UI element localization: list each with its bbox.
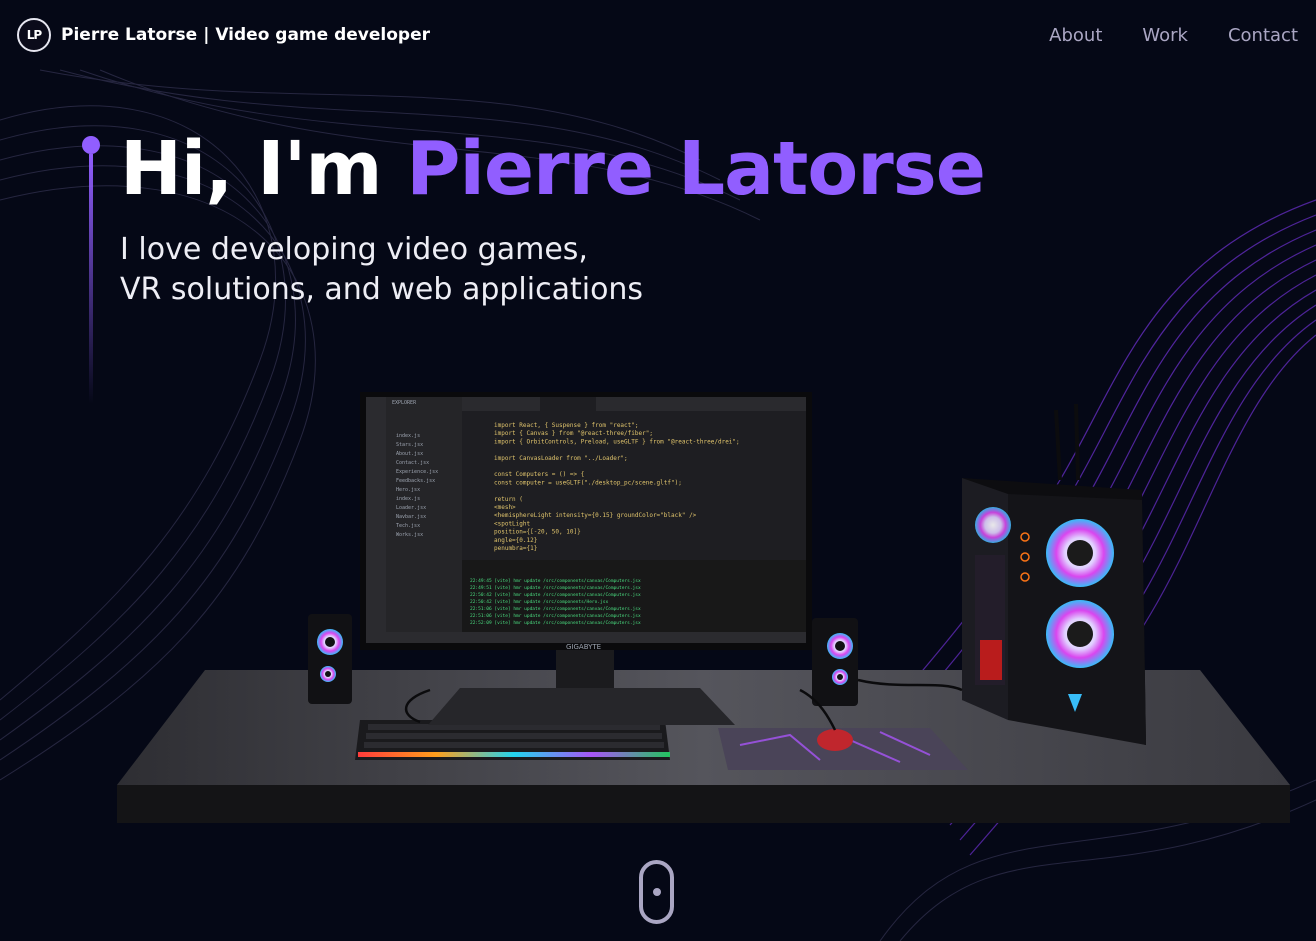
top-navbar: LP Pierre Latorse | Video game developer… (0, 0, 1316, 70)
svg-text:Hero.jsx: Hero.jsx (396, 487, 420, 493)
brand-tagline: | Video game developer (203, 25, 430, 45)
code-line: import { OrbitControls, Preload, useGLTF… (494, 438, 740, 445)
svg-text:22:50:42 [vite] hmr update /sr: 22:50:42 [vite] hmr update /src/componen… (470, 599, 608, 605)
code-line: import { Canvas } from "@react-three/fib… (494, 430, 653, 437)
pc-case (962, 403, 1146, 745)
svg-text:index.js: index.js (396, 496, 420, 502)
svg-text:Navbar.jsx: Navbar.jsx (396, 514, 426, 520)
hero-accent-dot (82, 136, 100, 154)
svg-text:22:49:45 [vite] hmr update /sr: 22:49:45 [vite] hmr update /src/componen… (470, 578, 641, 584)
nav-link-work[interactable]: Work (1142, 25, 1188, 46)
code-line: const Computers = () => { (494, 471, 584, 478)
svg-text:22:51:06 [vite] hmr update /sr: 22:51:06 [vite] hmr update /src/componen… (470, 606, 641, 612)
scroll-dot-icon (653, 888, 661, 896)
right-speaker (812, 618, 858, 706)
code-line: <spotLight (494, 520, 531, 527)
monitor-brand-label: GIGABYTE (566, 643, 601, 651)
code-line: penumbra={1} (494, 545, 537, 552)
hero-accent-line (82, 136, 100, 406)
nav-links: About Work Contact (1049, 25, 1298, 46)
keyboard (355, 720, 670, 760)
svg-text:Works.jsx: Works.jsx (396, 532, 423, 538)
code-line: return ( (494, 496, 523, 503)
svg-text:EXPLORER: EXPLORER (392, 400, 417, 406)
scroll-down-indicator[interactable] (639, 860, 674, 924)
svg-text:22:52:09 [vite] hmr update /sr: 22:52:09 [vite] hmr update /src/componen… (470, 620, 641, 626)
hero-name: Pierre Latorse (406, 126, 986, 212)
nav-link-contact[interactable]: Contact (1228, 25, 1298, 46)
hero-subtitle-line-2: VR solutions, and web applications (120, 272, 644, 307)
svg-text:index.js: index.js (396, 433, 420, 439)
svg-text:Contact.jsx: Contact.jsx (396, 460, 429, 466)
svg-text:Stars.jsx: Stars.jsx (396, 442, 423, 448)
brand-link[interactable]: LP Pierre Latorse | Video game developer (17, 18, 430, 52)
monitor: EXPLORER index.js Stars.jsx About.jsx Co… (360, 392, 812, 651)
code-line: position={[-20, 50, 10]} (494, 529, 581, 536)
logo-icon: LP (17, 18, 51, 52)
hero-subtitle: I love developing video games, VR soluti… (120, 230, 760, 310)
brand-text: Pierre Latorse | Video game developer (61, 25, 430, 45)
code-line: <hemisphereLight intensity={0.15} ground… (494, 512, 697, 519)
hero-accent-bar (89, 154, 93, 404)
nav-link-about[interactable]: About (1049, 25, 1102, 46)
svg-text:22:49:51 [vite] hmr update /sr: 22:49:51 [vite] hmr update /src/componen… (470, 585, 641, 591)
svg-text:About.jsx: About.jsx (396, 451, 423, 457)
hero-greeting: Hi, I'm (120, 126, 382, 212)
left-speaker (308, 614, 352, 704)
hero-title: Hi, I'm Pierre Latorse (120, 126, 986, 212)
code-line: import React, { Suspense } from "react"; (494, 422, 639, 429)
svg-text:22:50:42 [vite] hmr update /sr: 22:50:42 [vite] hmr update /src/componen… (470, 592, 641, 598)
code-line: angle={0.12} (494, 537, 537, 544)
svg-text:Loader.jsx: Loader.jsx (396, 505, 426, 511)
desktop-pc-3d-scene[interactable]: EXPLORER index.js Stars.jsx About.jsx Co… (0, 380, 1316, 840)
code-line: <mesh> (494, 504, 516, 511)
svg-text:Tech.jsx: Tech.jsx (396, 523, 420, 529)
svg-text:22:51:06 [vite] hmr update /sr: 22:51:06 [vite] hmr update /src/componen… (470, 613, 641, 619)
hero-subtitle-line-1: I love developing video games, (120, 232, 588, 267)
svg-text:Experience.jsx: Experience.jsx (396, 469, 438, 475)
svg-text:Feedbacks.jsx: Feedbacks.jsx (396, 478, 435, 484)
brand-name: Pierre Latorse (61, 25, 198, 45)
code-line: const computer = useGLTF("./desktop_pc/s… (494, 479, 682, 486)
code-line: import CanvasLoader from "../Loader"; (494, 455, 628, 462)
mouse-icon (817, 729, 853, 751)
